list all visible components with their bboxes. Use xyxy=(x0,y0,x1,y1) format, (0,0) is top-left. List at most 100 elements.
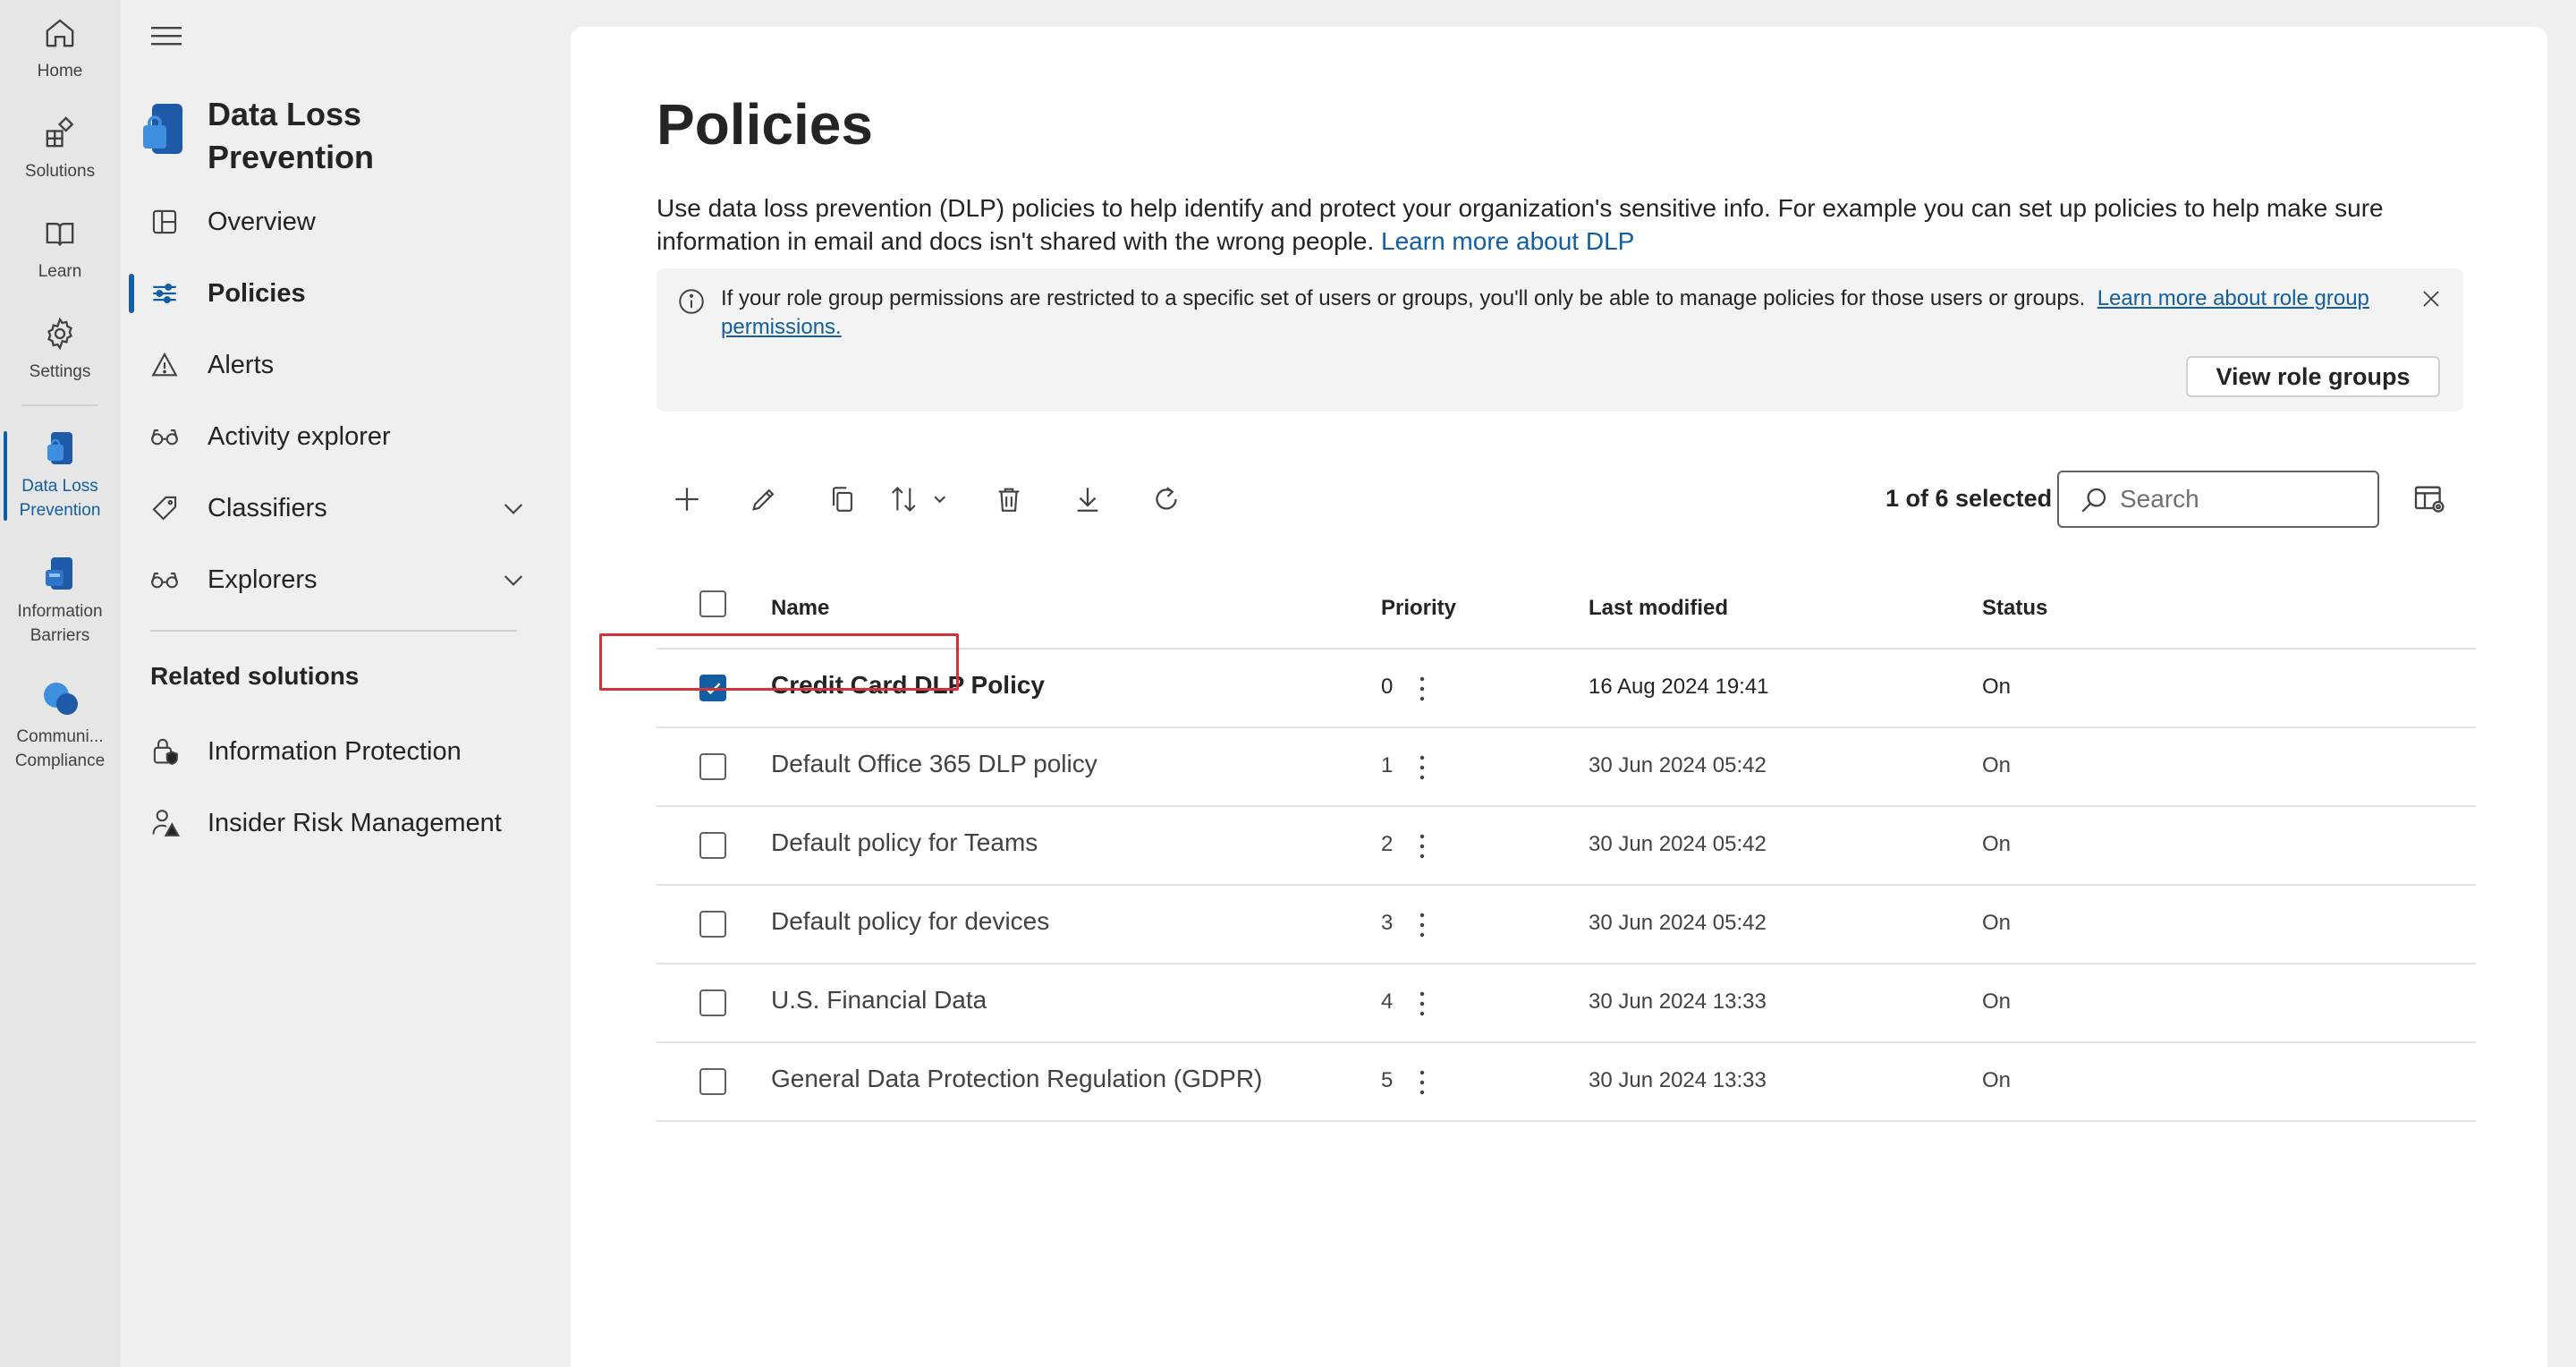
column-header-last-modified[interactable]: Last modified xyxy=(1589,596,1728,621)
rail-label: Home xyxy=(37,62,83,81)
rail-item-dlp[interactable]: Data Loss Prevention xyxy=(0,428,120,522)
tag-icon xyxy=(145,488,184,528)
chevron-down-icon[interactable] xyxy=(499,494,528,522)
edit-icon xyxy=(752,488,775,511)
more-vertical-icon xyxy=(1419,991,1425,1016)
nav-item-activity-explorer[interactable]: Activity explorer xyxy=(120,408,555,465)
nav-label: Alerts xyxy=(208,350,275,379)
nav-label: Activity explorer xyxy=(208,421,391,451)
delete-policy-button[interactable] xyxy=(987,478,1030,521)
export-button[interactable] xyxy=(1066,478,1109,521)
rail-item-solutions[interactable]: Solutions xyxy=(0,113,120,183)
row-more-button[interactable] xyxy=(1411,907,1433,943)
row-more-button[interactable] xyxy=(1411,750,1433,785)
row-checkbox[interactable] xyxy=(699,989,726,1016)
rail-label: Data Loss xyxy=(21,477,98,496)
row-checkbox[interactable] xyxy=(699,753,726,780)
view-role-groups-button[interactable]: View role groups xyxy=(2186,356,2440,397)
edit-policy-button[interactable] xyxy=(742,478,785,521)
policy-status: On xyxy=(1982,911,2012,935)
policy-last-modified: 30 Jun 2024 05:42 xyxy=(1589,832,1767,856)
row-more-button[interactable] xyxy=(1411,671,1433,707)
hamburger-menu-button[interactable] xyxy=(148,20,184,52)
policy-name[interactable]: Default policy for Teams xyxy=(771,828,1038,857)
banner-message: If your role group permissions are restr… xyxy=(721,284,2420,342)
nav-item-information-protection[interactable]: Information Protection xyxy=(120,723,555,780)
nav-label: Classifiers xyxy=(208,493,327,522)
policy-status: On xyxy=(1982,832,2012,856)
solutions-icon xyxy=(39,113,80,154)
solution-title-line: Prevention xyxy=(208,139,375,175)
search-input[interactable] xyxy=(2120,481,2361,517)
nav-label: Policies xyxy=(208,278,306,308)
delete-icon xyxy=(998,488,1020,512)
column-header-name[interactable]: Name xyxy=(771,596,829,621)
create-policy-button[interactable] xyxy=(665,478,708,521)
overview-icon xyxy=(145,202,184,242)
policy-priority: 5 xyxy=(1381,1068,1394,1092)
column-header-priority[interactable]: Priority xyxy=(1381,596,1456,621)
nav-item-classifiers[interactable]: Classifiers xyxy=(120,480,555,537)
solution-nav: Data Loss Prevention Overview Policies A… xyxy=(120,0,555,1367)
policy-last-modified: 30 Jun 2024 13:33 xyxy=(1589,989,1767,1014)
nav-item-policies[interactable]: Policies xyxy=(120,265,555,322)
rail-item-learn[interactable]: Learn xyxy=(0,213,120,284)
policy-priority: 1 xyxy=(1381,753,1394,777)
policy-last-modified: 30 Jun 2024 05:42 xyxy=(1589,753,1767,777)
nav-item-overview[interactable]: Overview xyxy=(120,193,555,250)
row-more-button[interactable] xyxy=(1411,828,1433,864)
main-content: Policies Use data loss prevention (DLP) … xyxy=(571,27,2547,1367)
policy-last-modified: 30 Jun 2024 05:42 xyxy=(1589,911,1767,935)
alert-icon xyxy=(145,345,184,385)
search-box[interactable] xyxy=(2057,471,2379,528)
policy-name[interactable]: U.S. Financial Data xyxy=(771,986,987,1015)
glasses-icon xyxy=(145,560,184,599)
row-checkbox[interactable] xyxy=(699,1068,726,1095)
rail-label: Solutions xyxy=(24,162,96,181)
rail-item-information-barriers[interactable]: Information Barriers xyxy=(0,553,120,648)
nav-item-alerts[interactable]: Alerts xyxy=(120,336,555,394)
nav-label: Overview xyxy=(208,207,316,236)
table-row[interactable]: Default Office 365 DLP policy 1 30 Jun 2… xyxy=(657,728,2476,807)
copy-icon xyxy=(833,487,852,512)
refresh-button[interactable] xyxy=(1145,478,1188,521)
rail-item-communication-compliance[interactable]: Communi... Compliance xyxy=(0,678,120,773)
rail-label: Compliance xyxy=(14,751,106,770)
chevron-down-icon[interactable] xyxy=(499,565,528,594)
select-all-checkbox[interactable] xyxy=(699,590,726,617)
customize-columns-button[interactable] xyxy=(2411,481,2447,517)
row-more-button[interactable] xyxy=(1411,1065,1433,1100)
add-icon xyxy=(675,488,699,511)
table-row[interactable]: General Data Protection Regulation (GDPR… xyxy=(657,1043,2476,1122)
row-more-button[interactable] xyxy=(1411,986,1433,1022)
rail-item-settings[interactable]: Settings xyxy=(0,313,120,384)
banner-text: If your role group permissions are restr… xyxy=(721,286,2086,310)
policy-name[interactable]: Default policy for devices xyxy=(771,907,1049,936)
column-settings-icon xyxy=(2414,486,2445,513)
nav-label: Explorers xyxy=(208,565,318,594)
nav-item-insider-risk-management[interactable]: Insider Risk Management xyxy=(120,794,555,852)
book-icon xyxy=(39,213,80,254)
more-vertical-icon xyxy=(1419,755,1425,780)
sort-button[interactable] xyxy=(887,478,962,521)
policy-name[interactable]: Default Office 365 DLP policy xyxy=(771,750,1097,778)
policy-priority: 2 xyxy=(1381,832,1394,856)
dlp-icon xyxy=(39,428,80,469)
policy-name[interactable]: General Data Protection Regulation (GDPR… xyxy=(771,1065,1262,1093)
dismiss-banner-button[interactable] xyxy=(2413,281,2449,317)
policy-priority: 0 xyxy=(1381,675,1394,699)
table-row[interactable]: Default policy for Teams 2 30 Jun 2024 0… xyxy=(657,807,2476,886)
table-row[interactable]: U.S. Financial Data 4 30 Jun 2024 13:33 … xyxy=(657,964,2476,1043)
policy-last-modified: 16 Aug 2024 19:41 xyxy=(1589,675,1769,699)
learn-more-dlp-link[interactable]: Learn more about DLP xyxy=(1381,227,1634,255)
nav-item-explorers[interactable]: Explorers xyxy=(120,551,555,608)
page-title: Policies xyxy=(657,92,873,157)
copy-policy-button[interactable] xyxy=(821,478,864,521)
sort-icon xyxy=(892,486,946,513)
row-checkbox[interactable] xyxy=(699,832,726,859)
column-header-status[interactable]: Status xyxy=(1982,596,2047,621)
row-checkbox[interactable] xyxy=(699,911,726,938)
command-bar: 1 of 6 selected xyxy=(657,471,2463,528)
table-row[interactable]: Default policy for devices 3 30 Jun 2024… xyxy=(657,886,2476,964)
rail-item-home[interactable]: Home xyxy=(0,13,120,83)
